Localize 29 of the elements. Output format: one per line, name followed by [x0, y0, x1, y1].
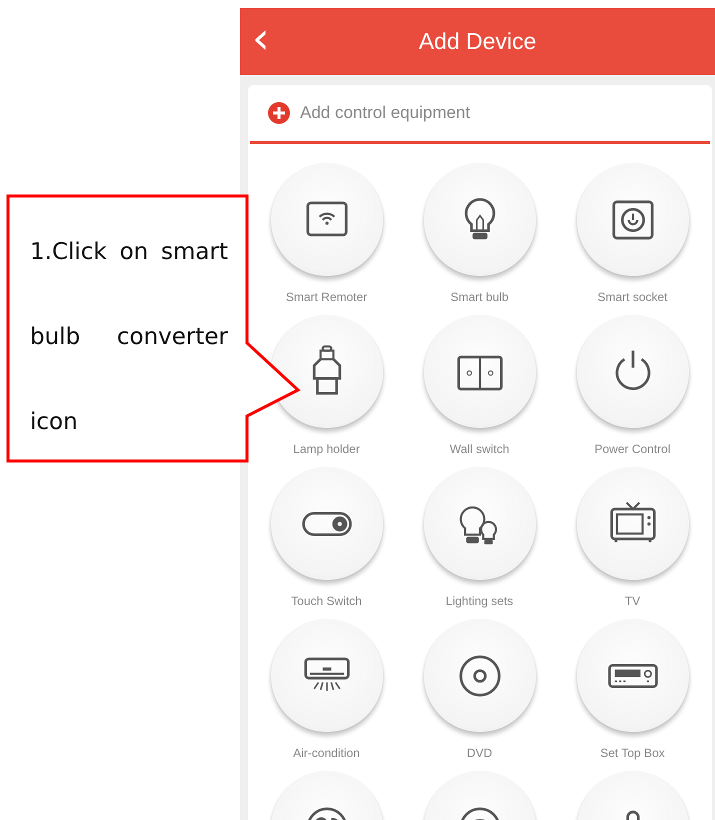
device-label: Set Top Box: [600, 746, 665, 760]
device-label: Smart Remoter: [286, 290, 368, 304]
toggle-switch-icon: [302, 512, 352, 536]
lamp-holder-icon: [312, 345, 341, 395]
set-top-box-icon: [608, 664, 658, 688]
power-icon: [615, 350, 650, 390]
light-bulbs-icon: [459, 506, 497, 544]
tv-icon: [610, 502, 656, 544]
device-label: DVD: [466, 746, 492, 760]
wifi-box-icon: [306, 202, 348, 236]
add-equipment-field[interactable]: Add control equipment: [298, 102, 710, 124]
device-label: Smart bulb: [450, 290, 509, 304]
page-title: Add Device: [418, 28, 536, 55]
socket-icon: [612, 200, 654, 240]
light-bulb-icon: [464, 198, 495, 240]
device-label: Touch Switch: [291, 594, 362, 608]
device-label: Lighting sets: [446, 594, 514, 608]
disc-icon: [458, 655, 500, 697]
device-label: Power Control: [594, 442, 671, 456]
add-icon: [268, 102, 290, 124]
device-label: Lamp holder: [293, 442, 360, 456]
wall-switch-icon: [456, 356, 502, 390]
device-label: TV: [624, 594, 640, 608]
back-button[interactable]: ‹: [252, 14, 270, 64]
air-conditioner-icon: [304, 658, 350, 692]
device-label: Smart socket: [597, 290, 668, 304]
device-label: Wall switch: [450, 442, 510, 456]
instruction-text: 1.Click on smart bulb converter icon: [30, 238, 228, 437]
device-label: Air-condition: [293, 746, 360, 760]
